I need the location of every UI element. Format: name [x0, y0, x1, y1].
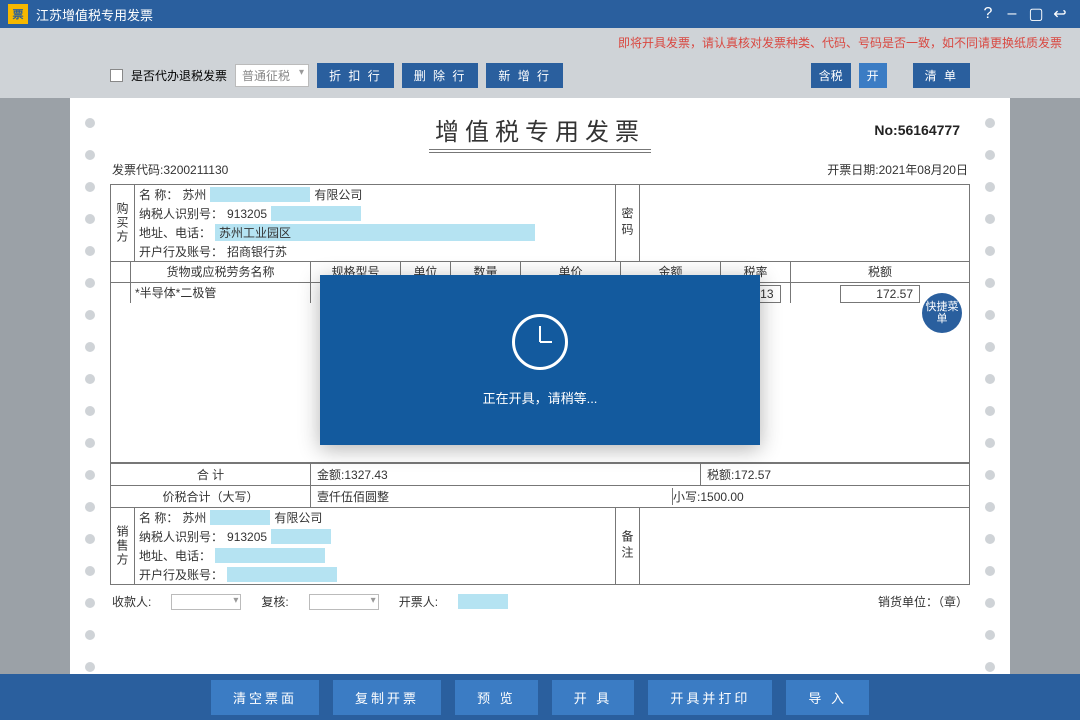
item-tax: 172.57 — [840, 285, 920, 303]
app-logo: 票 — [8, 4, 28, 24]
col-price: 单价 — [521, 262, 621, 282]
import-button[interactable]: 导 入 — [786, 680, 869, 715]
buyer-taxno-input[interactable] — [271, 206, 361, 221]
reviewer-label: 复核: — [261, 593, 288, 610]
proxy-refund-label: 是否代办退税发票 — [131, 67, 227, 84]
seller-addr-input[interactable] — [215, 548, 325, 563]
caps-upper: 壹仟伍佰圆整 — [317, 488, 673, 505]
totals-label: 合 计 — [111, 464, 311, 485]
copy-issue-button[interactable]: 复制开票 — [333, 680, 441, 715]
seller-taxno-input[interactable] — [271, 529, 331, 544]
issue-button[interactable]: 开 具 — [552, 680, 635, 715]
seller-unit-label: 销货单位：（章） — [878, 593, 968, 610]
delete-row-button[interactable]: 删 除 行 — [402, 63, 479, 88]
maximize-icon[interactable]: ▢ — [1024, 4, 1048, 24]
col-qty: 数量 — [451, 262, 521, 282]
perforation-left — [75, 98, 105, 688]
totals-tax: 税额:172.57 — [701, 464, 969, 485]
invoice-number: No:56164777 — [874, 122, 960, 138]
seller-heading: 销售方 — [111, 508, 135, 584]
caps-lower: 小写:1500.00 — [673, 488, 963, 505]
col-amount: 金额 — [621, 262, 721, 282]
invoice-date: 开票日期:2021年08月20日 — [827, 161, 968, 178]
payee-select[interactable] — [171, 594, 241, 610]
back-icon[interactable]: ↩ — [1048, 4, 1072, 24]
tax-mode-select[interactable]: 普通征税 — [235, 64, 309, 87]
quick-menu-button[interactable]: 快捷菜单 — [922, 293, 962, 333]
list-button[interactable]: 清 单 — [913, 63, 970, 88]
perforation-right — [975, 98, 1005, 688]
payee-label: 收款人: — [112, 593, 151, 610]
col-name: 货物或应税劳务名称 — [131, 262, 311, 282]
buyer-name-input[interactable] — [210, 187, 310, 202]
password-area — [639, 185, 969, 261]
totals-amount: 金额:1327.43 — [311, 464, 701, 485]
seller-bank-input[interactable] — [227, 567, 337, 582]
warning-banner: 即将开具发票，请认真核对发票种类、代码、号码是否一致，如不同请更换纸质发票 — [0, 28, 1080, 57]
open-button[interactable]: 开 — [859, 63, 887, 88]
item-name[interactable]: *半导体*二极管 — [131, 283, 311, 303]
seller-name-input[interactable] — [210, 510, 270, 525]
remark-label: 备注 — [615, 508, 639, 584]
help-icon[interactable]: ? — [976, 5, 1000, 23]
buyer-heading: 购买方 — [111, 185, 135, 261]
invoice-title: 增值税专用发票 — [429, 112, 651, 153]
discount-row-button[interactable]: 折 扣 行 — [317, 63, 394, 88]
issuer-field[interactable] — [458, 594, 508, 609]
col-rate: 税率 — [721, 262, 791, 282]
remark-area[interactable] — [639, 508, 969, 584]
preview-button[interactable]: 预 览 — [455, 680, 538, 715]
buyer-addr-input[interactable]: 苏州工业园区 — [215, 224, 535, 241]
col-check — [111, 262, 131, 282]
issuer-label: 开票人: — [399, 593, 438, 610]
col-tax: 税额 — [791, 262, 969, 282]
buyer-bank: 招商银行苏 — [227, 243, 287, 260]
window-title: 江苏增值税专用发票 — [36, 5, 153, 24]
item-row[interactable]: *半导体*二极管 0.13 172.57 — [111, 283, 969, 303]
col-unit: 单位 — [401, 262, 451, 282]
issue-print-button[interactable]: 开具并打印 — [648, 680, 772, 715]
col-spec: 规格型号 — [311, 262, 401, 282]
minimize-icon[interactable]: – — [1000, 5, 1024, 23]
reviewer-select[interactable] — [309, 594, 379, 610]
invoice-code: 发票代码:3200211130 — [112, 161, 228, 178]
proxy-refund-checkbox[interactable] — [110, 69, 123, 82]
tax-inclusive-button[interactable]: 含税 — [811, 63, 851, 88]
clear-button[interactable]: 清空票面 — [211, 680, 319, 715]
caps-label: 价税合计（大写） — [111, 486, 311, 507]
password-area-label: 密码 — [615, 185, 639, 261]
item-rate[interactable]: 0.13 — [731, 285, 781, 303]
add-row-button[interactable]: 新 增 行 — [486, 63, 563, 88]
